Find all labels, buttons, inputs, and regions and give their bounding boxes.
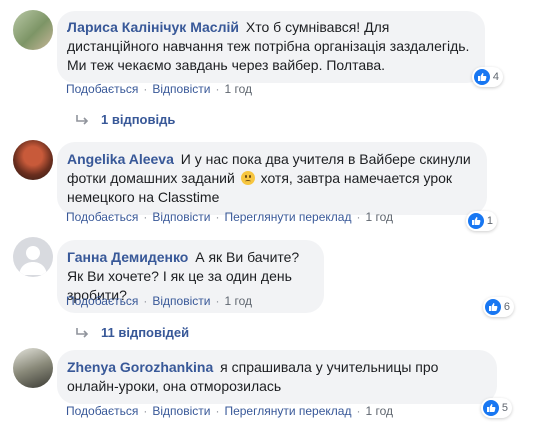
reaction-count-badge[interactable]: 6 [482, 297, 514, 317]
sad-face-emoji-icon [240, 171, 255, 185]
view-replies-link[interactable]: 11 відповідей [75, 325, 189, 340]
replies-count-label: 11 відповідей [101, 325, 190, 340]
separator-dot: · [356, 404, 361, 418]
reaction-count-badge[interactable]: 5 [480, 398, 512, 418]
timestamp[interactable]: 1 год [224, 82, 252, 96]
separator-dot: · [143, 210, 148, 224]
avatar[interactable] [13, 10, 53, 50]
reply-link[interactable]: Відповісти [152, 210, 210, 224]
comment-bubble: Zhenya Gorozhankina я спрашивала у учите… [57, 350, 512, 418]
comment-actions: Подобається · Відповісти · Переглянути п… [66, 210, 393, 224]
replies-count-label: 1 відповідь [101, 112, 176, 127]
avatar[interactable] [13, 140, 53, 180]
like-icon [484, 299, 501, 315]
reply-arrow-icon [76, 327, 89, 338]
reaction-count: 5 [501, 401, 508, 414]
timestamp[interactable]: 1 год [224, 294, 252, 308]
like-link[interactable]: Подобається [66, 210, 138, 224]
comment-actions: Подобається · Відповісти · Переглянути п… [66, 404, 393, 418]
separator-dot: · [215, 404, 220, 418]
see-translation-link[interactable]: Переглянути переклад [224, 210, 351, 224]
reaction-count: 6 [503, 300, 510, 313]
reaction-count: 1 [486, 214, 493, 227]
separator-dot: · [215, 210, 220, 224]
timestamp[interactable]: 1 год [365, 404, 393, 418]
reaction-count-badge[interactable]: 4 [471, 67, 503, 87]
separator-dot: · [143, 294, 148, 308]
separator-dot: · [143, 82, 148, 96]
comment-bubble: Angelika Aleeva И у нас пока два учителя… [57, 142, 497, 231]
like-link[interactable]: Подобається [66, 82, 138, 96]
comment-author[interactable]: Лариса Калінічук Маслій [67, 19, 239, 35]
like-link[interactable]: Подобається [66, 404, 138, 418]
comment-author[interactable]: Angelika Aleeva [67, 151, 174, 167]
see-translation-link[interactable]: Переглянути переклад [224, 404, 351, 418]
like-icon [473, 69, 490, 85]
avatar[interactable] [13, 348, 53, 388]
separator-dot: · [215, 82, 220, 96]
avatar[interactable] [13, 237, 53, 277]
reply-link[interactable]: Відповісти [152, 294, 210, 308]
comment-actions: Подобається · Відповісти · 1 год [66, 82, 252, 96]
reaction-count-badge[interactable]: 1 [465, 211, 497, 231]
like-icon [482, 400, 499, 416]
reply-link[interactable]: Відповісти [152, 82, 210, 96]
view-replies-link[interactable]: 1 відповідь [75, 112, 175, 127]
comment-bubble: Лариса Калінічук Маслій Хто б сумнівався… [57, 11, 503, 87]
reaction-count: 4 [492, 70, 499, 83]
comment-author[interactable]: Zhenya Gorozhankina [67, 359, 213, 375]
comment-author[interactable]: Ганна Демиденко [67, 249, 188, 265]
like-icon [467, 213, 484, 229]
reply-arrow-icon [76, 114, 89, 125]
timestamp[interactable]: 1 год [365, 210, 393, 224]
separator-dot: · [143, 404, 148, 418]
like-link[interactable]: Подобається [66, 294, 138, 308]
reply-link[interactable]: Відповісти [152, 404, 210, 418]
separator-dot: · [356, 210, 361, 224]
comment-actions: Подобається · Відповісти · 1 год [66, 294, 252, 308]
separator-dot: · [215, 294, 220, 308]
default-avatar-icon [19, 246, 47, 275]
